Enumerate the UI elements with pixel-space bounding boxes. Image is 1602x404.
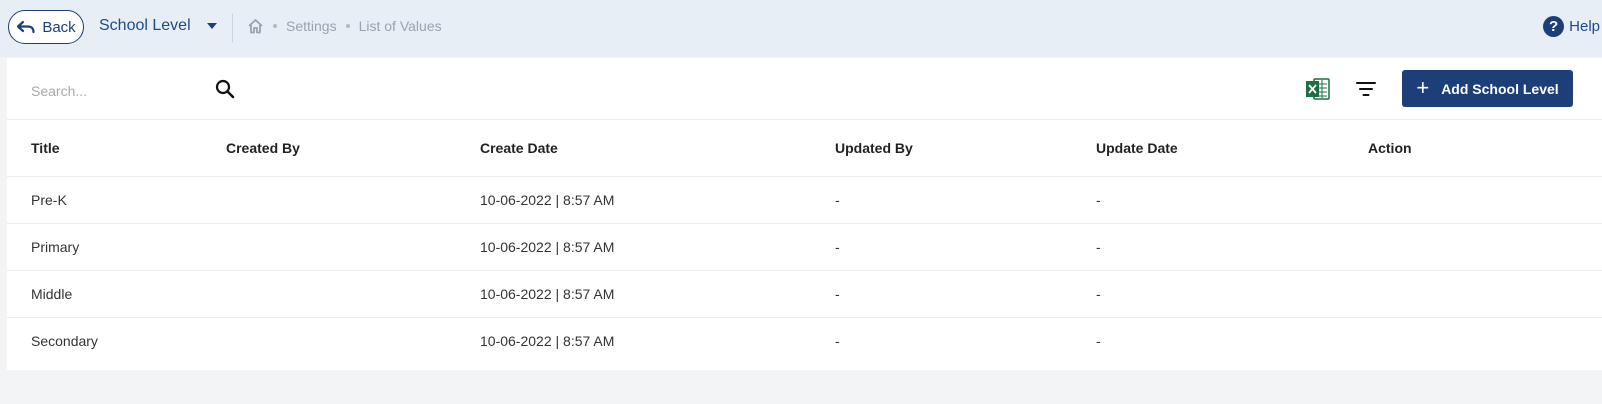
column-header-title[interactable]: Title [7, 120, 226, 177]
undo-arrow-icon [17, 20, 35, 34]
add-button-label: Add School Level [1441, 80, 1559, 97]
cell-updated-by: - [835, 332, 840, 349]
cell-created-by [226, 223, 480, 271]
cell-title: Pre-K [7, 176, 226, 224]
cell-created-by [226, 270, 480, 318]
cell-created-by [226, 176, 480, 224]
list-card: + Add School Level Title Created By Crea… [7, 58, 1602, 370]
table-row[interactable]: Middle 10-06-2022 | 8:57 AM - - [7, 270, 1602, 318]
module-selector[interactable]: School Level [99, 17, 217, 35]
cell-action [1368, 176, 1602, 224]
cell-title: Secondary [31, 332, 98, 349]
breadcrumb-list-of-values[interactable]: List of Values [359, 18, 442, 34]
column-header-update-date[interactable]: Update Date [1096, 120, 1368, 177]
table-row[interactable]: Primary 10-06-2022 | 8:57 AM - - [7, 223, 1602, 271]
cell-update-date: - [1096, 176, 1368, 224]
excel-icon[interactable] [1305, 77, 1331, 101]
help-link[interactable]: ? Help [1543, 16, 1600, 37]
header-divider [232, 14, 233, 42]
caret-down-icon [206, 23, 217, 29]
cell-create-date: 10-06-2022 | 8:57 AM [480, 223, 835, 271]
column-header-action: Action [1368, 120, 1602, 177]
cell-created-by [226, 317, 480, 364]
cell-updated-by: - [835, 270, 1096, 318]
help-icon: ? [1543, 16, 1565, 37]
cell-title: Middle [7, 270, 226, 318]
breadcrumb-separator [273, 24, 277, 28]
search-icon[interactable] [214, 78, 236, 100]
cell-updated-by: - [835, 223, 1096, 271]
help-label: Help [1569, 18, 1600, 35]
cell-action [1368, 317, 1602, 364]
cell-action [1368, 223, 1602, 271]
cell-create-date: 10-06-2022 | 8:57 AM [480, 176, 835, 224]
table-row[interactable]: Pre-K 10-06-2022 | 8:57 AM - - [7, 176, 1602, 224]
filter-icon[interactable] [1355, 80, 1377, 98]
table-toolbar: + Add School Level [7, 58, 1602, 120]
cell-create-date: 10-06-2022 | 8:57 AM [480, 332, 615, 349]
breadcrumb: Settings List of Values [247, 18, 442, 34]
cell-update-date: - [1096, 332, 1101, 349]
breadcrumb-separator [345, 24, 350, 28]
cell-updated-by: - [835, 176, 1096, 224]
plus-icon: + [1416, 74, 1430, 100]
table-header-row: Title Created By Create Date Updated By … [7, 120, 1602, 177]
top-header: Back School Level Settings List of Value… [0, 0, 1602, 57]
school-level-table: Title Created By Create Date Updated By … [7, 120, 1602, 364]
back-button[interactable]: Back [8, 10, 84, 44]
module-title: School Level [99, 17, 191, 34]
breadcrumb-settings[interactable]: Settings [286, 18, 337, 34]
column-header-created-by[interactable]: Created By [226, 120, 480, 177]
table-row[interactable]: Secondary 10-06-2022 | 8:57 AM - - [7, 317, 1602, 364]
cell-update-date: - [1096, 270, 1368, 318]
home-icon[interactable] [247, 18, 264, 34]
column-header-updated-by[interactable]: Updated By [835, 120, 1096, 177]
back-button-label: Back [42, 18, 76, 36]
cell-title: Primary [7, 223, 226, 271]
cell-action [1368, 270, 1602, 318]
cell-create-date: 10-06-2022 | 8:57 AM [480, 270, 835, 318]
column-header-create-date[interactable]: Create Date [480, 120, 835, 177]
cell-update-date: - [1096, 223, 1368, 271]
search-input[interactable] [31, 80, 211, 102]
add-school-level-button[interactable]: + Add School Level [1402, 70, 1573, 107]
